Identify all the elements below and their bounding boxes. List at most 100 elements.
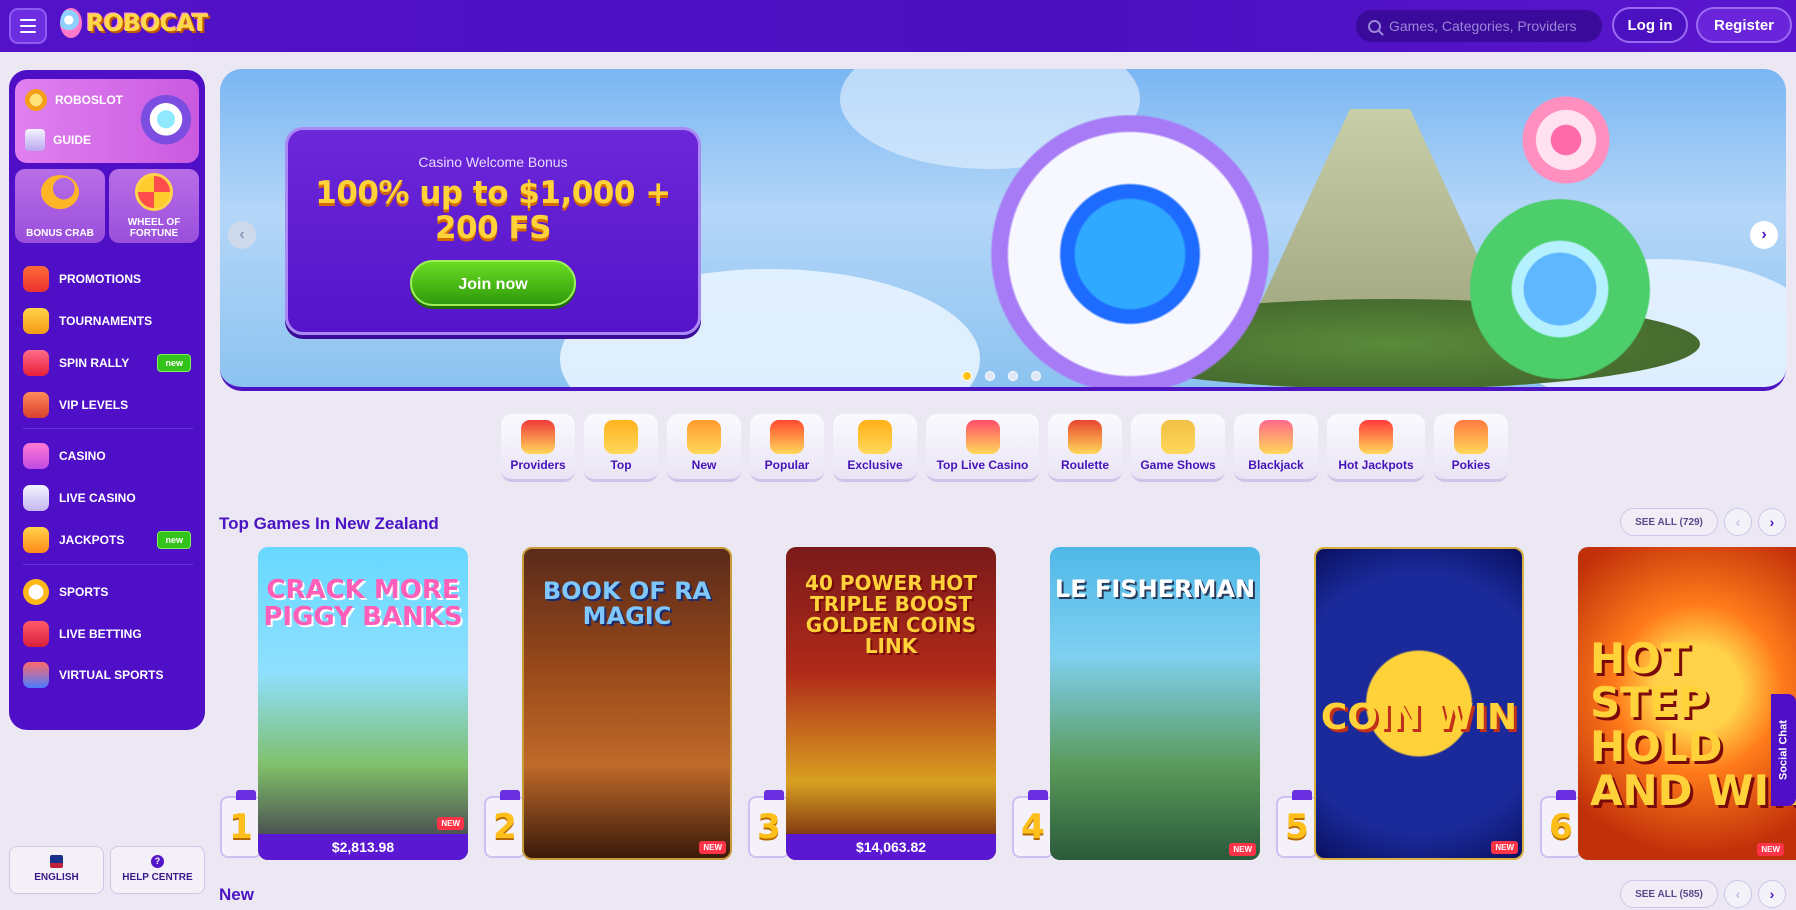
vip-icon	[23, 392, 49, 418]
new-badge: new	[157, 531, 191, 549]
sidebar-tile-wheel-of-fortune[interactable]: WHEEL OF FORTUNE	[109, 169, 199, 243]
bonus-subtitle: Casino Welcome Bonus	[418, 154, 568, 170]
sidebar-tile-bonus-crab[interactable]: BONUS CRAB	[15, 169, 105, 243]
new-next-button[interactable]: ›	[1758, 880, 1786, 908]
new-tag: NEW	[437, 817, 464, 830]
rank-badge: 2	[484, 790, 526, 858]
pagination-dot[interactable]	[962, 371, 972, 381]
slot-icon	[1454, 420, 1488, 454]
banner-pagination	[962, 371, 1041, 381]
new-tag: NEW	[1229, 843, 1256, 856]
sidebar: ROBOSLOT GUIDE BONUS CRAB WHEEL OF FORTU…	[9, 70, 205, 730]
chevron-right-icon: ›	[1761, 226, 1767, 243]
hero-banner[interactable]: Casino Welcome Bonus 100% up to $1,000 +…	[220, 69, 1786, 391]
join-now-button[interactable]: Join now	[410, 260, 576, 306]
game-thumbnail[interactable]: HOT STEP HOLD AND WIN NEW	[1578, 547, 1796, 860]
tab-label: Game Shows	[1140, 458, 1216, 472]
robot-mascot-icon	[139, 95, 193, 149]
help-label: HELP CENTRE	[122, 872, 193, 883]
sidebar-item-tournaments[interactable]: TOURNAMENTS	[23, 305, 199, 337]
guide-icon	[25, 129, 45, 151]
see-all-new-button[interactable]: SEE ALL (585)	[1620, 880, 1718, 908]
jackpot-amount: $14,063.82	[786, 834, 996, 860]
tab-pokies[interactable]: Pokies	[1434, 414, 1508, 482]
tab-new[interactable]: New	[667, 414, 741, 482]
tab-game-shows[interactable]: Game Shows	[1131, 414, 1225, 482]
sidebar-item-guide[interactable]: GUIDE	[25, 129, 91, 151]
help-centre-button[interactable]: ? HELP CENTRE	[110, 846, 205, 894]
sidebar-item-sports[interactable]: SPORTS	[23, 576, 199, 608]
game-title: COIN WIN	[1320, 697, 1518, 738]
menu-button[interactable]	[9, 8, 47, 44]
cards-icon	[1259, 420, 1293, 454]
games-next-button[interactable]: ›	[1758, 508, 1786, 536]
sidebar-item-label: SPORTS	[59, 585, 109, 599]
sidebar-item-live-casino[interactable]: LIVE CASINO	[23, 482, 199, 514]
sidebar-item-label: GUIDE	[53, 133, 92, 147]
casino-icon	[23, 443, 49, 469]
seven-icon	[1359, 420, 1393, 454]
section-title-new: New	[219, 885, 254, 904]
game-thumbnail[interactable]: LE FISHERMAN NEW	[1050, 547, 1260, 860]
tile-label: BONUS CRAB	[26, 228, 94, 239]
game-thumbnail[interactable]: COIN WIN NEW	[1314, 547, 1524, 860]
pagination-dot[interactable]	[1008, 371, 1018, 381]
trophy-icon	[23, 308, 49, 334]
social-chat-button[interactable]: Social Chat	[1771, 694, 1796, 806]
register-button[interactable]: Register	[1696, 7, 1792, 43]
login-button[interactable]: Log in	[1612, 7, 1688, 43]
tab-exclusive[interactable]: Exclusive	[833, 414, 917, 482]
language-button[interactable]: ENGLISH	[9, 846, 104, 894]
new-prev-button[interactable]: ‹	[1724, 880, 1752, 908]
sidebar-item-spin-rally[interactable]: SPIN RALLY new	[23, 347, 199, 379]
pagination-dot[interactable]	[985, 371, 995, 381]
flag-icon	[50, 855, 63, 868]
tab-top-live-casino[interactable]: Top Live Casino	[926, 414, 1039, 482]
rank-badge: 4	[1012, 790, 1054, 858]
top-header: ROBOCAT Log in Register	[0, 0, 1796, 52]
tab-label: Pokies	[1451, 458, 1491, 472]
game-title: CRACK MORE PIGGY BANKS	[263, 575, 463, 633]
banner-prev-button[interactable]: ‹	[228, 221, 256, 249]
game-thumbnail[interactable]: CRACK MORE PIGGY BANKS $2,813.98 NEW	[258, 547, 468, 860]
top-icon	[604, 420, 638, 454]
tab-popular[interactable]: Popular	[750, 414, 824, 482]
sidebar-item-promotions[interactable]: PROMOTIONS	[23, 263, 199, 295]
sidebar-item-roboslot[interactable]: ROBOSLOT	[25, 89, 123, 111]
tab-roulette[interactable]: Roulette	[1048, 414, 1122, 482]
logo[interactable]: ROBOCAT	[60, 8, 208, 38]
search-box[interactable]	[1356, 10, 1602, 42]
bell-icon	[687, 420, 721, 454]
sidebar-divider	[23, 564, 193, 565]
game-title: HOT STEP HOLD AND WIN	[1590, 634, 1796, 816]
tab-label: Blackjack	[1248, 458, 1304, 472]
jackpot-amount: $2,813.98	[258, 834, 468, 860]
game-title: BOOK OF RA MAGIC	[542, 577, 712, 631]
sidebar-item-label: JACKPOTS	[59, 533, 125, 547]
search-input[interactable]	[1389, 18, 1589, 34]
sidebar-item-casino[interactable]: CASINO	[23, 440, 199, 472]
sidebar-item-live-betting[interactable]: LIVE BETTING	[23, 618, 199, 650]
banner-next-button[interactable]: ›	[1750, 221, 1778, 249]
games-prev-button[interactable]: ‹	[1724, 508, 1752, 536]
tab-label: Providers	[510, 458, 566, 472]
tab-hot-jackpots[interactable]: Hot Jackpots	[1327, 414, 1425, 482]
welcome-bonus-card: Casino Welcome Bonus 100% up to $1,000 +…	[285, 127, 701, 335]
tab-providers[interactable]: Providers	[501, 414, 575, 482]
sidebar-divider	[23, 428, 193, 429]
language-label: ENGLISH	[34, 872, 79, 883]
game-thumbnail[interactable]: 40 POWER HOT TRIPLE BOOST GOLDEN COINS L…	[786, 547, 996, 860]
tab-blackjack[interactable]: Blackjack	[1234, 414, 1318, 482]
game-title: LE FISHERMAN	[1054, 575, 1256, 603]
tile-label: WHEEL OF FORTUNE	[127, 217, 181, 239]
tab-top[interactable]: Top	[584, 414, 658, 482]
see-all-top-games-button[interactable]: SEE ALL (729)	[1620, 508, 1718, 536]
robocat-mascot-illustration	[980, 109, 1280, 387]
game-thumbnail[interactable]: BOOK OF RA MAGIC NEW	[522, 547, 732, 860]
sidebar-item-vip-levels[interactable]: VIP LEVELS	[23, 389, 199, 421]
chevron-right-icon: ›	[1769, 886, 1775, 902]
pagination-dot[interactable]	[1031, 371, 1041, 381]
sidebar-item-virtual-sports[interactable]: VIRTUAL SPORTS	[23, 659, 199, 691]
sidebar-item-jackpots[interactable]: JACKPOTS new	[23, 524, 199, 556]
chevron-left-icon: ‹	[1735, 886, 1741, 902]
